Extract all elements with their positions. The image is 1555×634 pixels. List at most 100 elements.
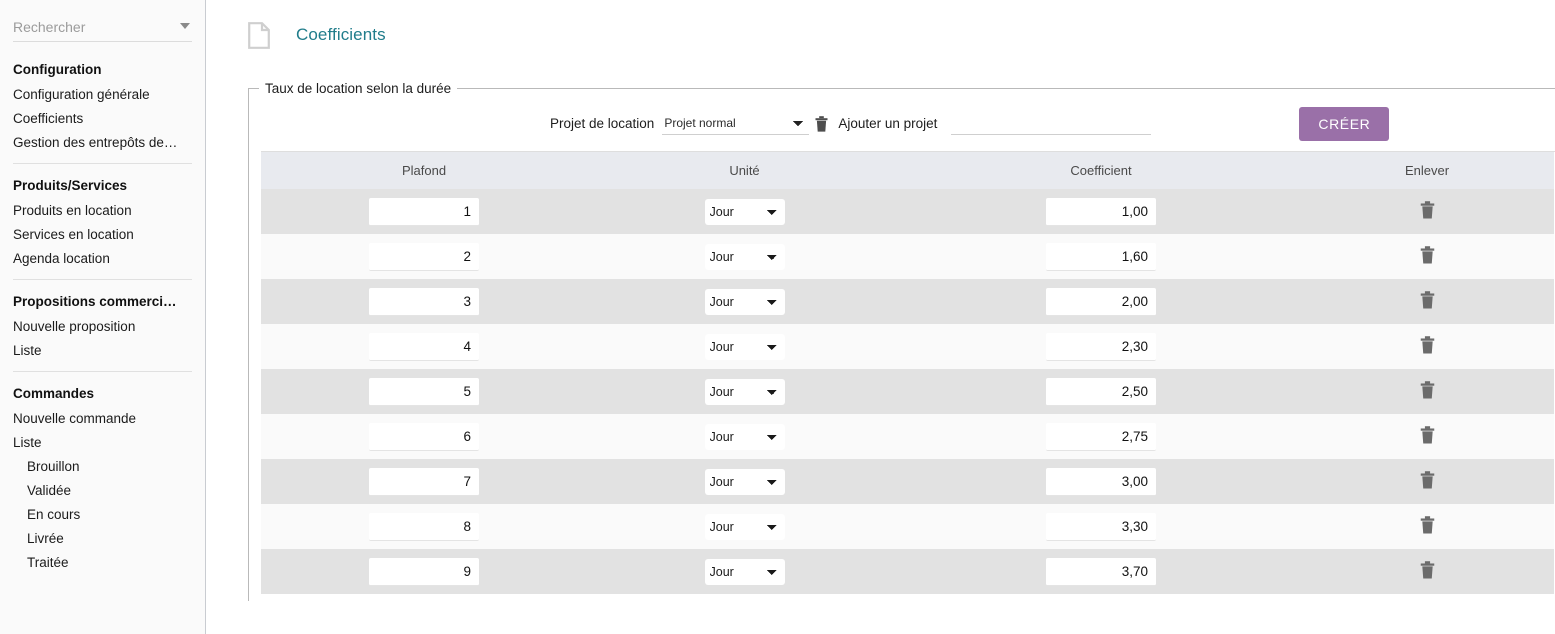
sidebar-item[interactable]: Agenda location xyxy=(0,246,193,270)
unite-select[interactable]: Jour xyxy=(704,333,785,360)
sidebar-item[interactable]: Gestion des entrepôts de… xyxy=(0,130,193,154)
delete-row-button[interactable] xyxy=(1420,426,1435,444)
search-input[interactable] xyxy=(13,14,192,40)
coefficient-input[interactable] xyxy=(1046,197,1156,226)
coefficient-input[interactable] xyxy=(1046,422,1156,451)
cell-coefficient xyxy=(902,549,1300,594)
delete-row-button[interactable] xyxy=(1420,516,1435,534)
sidebar: Configuration Configuration généraleCoeff… xyxy=(0,0,206,634)
table-body: Jour Jour Jour Jour Jour Jour Jour Jour Jour xyxy=(261,189,1554,594)
delete-row-button[interactable] xyxy=(1420,291,1435,309)
delete-row-button[interactable] xyxy=(1420,336,1435,354)
delete-row-button[interactable] xyxy=(1420,246,1435,264)
cell-plafond xyxy=(261,279,587,324)
coefficient-input[interactable] xyxy=(1046,557,1156,586)
cell-enlever xyxy=(1300,324,1554,369)
table-row: Jour xyxy=(261,504,1554,549)
table-header-row: Plafond Unité Coefficient Enlever xyxy=(261,152,1554,189)
cell-plafond xyxy=(261,549,587,594)
column-header-enlever: Enlever xyxy=(1300,152,1554,189)
table-row: Jour xyxy=(261,234,1554,279)
app-root: ConfigurationConfiguration généraleCoeff… xyxy=(0,0,1555,634)
sidebar-item[interactable]: Coefficients xyxy=(0,106,193,130)
unite-select[interactable]: Jour xyxy=(704,423,785,450)
create-button[interactable]: CRÉER xyxy=(1299,106,1390,141)
table-row: Jour xyxy=(261,189,1554,234)
sidebar-item[interactable]: Liste xyxy=(0,430,193,454)
page-header: Coefficients xyxy=(206,0,1555,54)
sidebar-group: Propositions commerci… Nouvelle propositi… xyxy=(0,289,205,362)
trash-icon xyxy=(1420,516,1434,534)
trash-icon xyxy=(1420,381,1434,399)
cell-plafond xyxy=(261,459,587,504)
trash-icon xyxy=(1420,201,1434,219)
sidebar-item[interactable]: Livrée xyxy=(0,526,193,550)
sidebar-item[interactable]: Configuration générale xyxy=(0,82,193,106)
sidebar-item[interactable]: Brouillon xyxy=(0,454,193,478)
document-icon xyxy=(248,21,270,49)
sidebar-item[interactable]: Produits en location xyxy=(0,198,193,222)
unite-select[interactable]: Jour xyxy=(704,378,785,405)
table-row: Jour xyxy=(261,549,1554,594)
cell-enlever xyxy=(1300,279,1554,324)
add-project-input[interactable] xyxy=(951,112,1152,135)
sidebar-item[interactable]: Services en location xyxy=(0,222,193,246)
table-row: Jour xyxy=(261,324,1554,369)
sidebar-group-title: Commandes xyxy=(13,386,95,401)
plafond-input[interactable] xyxy=(369,377,479,406)
sidebar-item[interactable]: Validée xyxy=(0,478,193,502)
coefficient-input[interactable] xyxy=(1046,377,1156,406)
sidebar-search[interactable] xyxy=(13,14,192,42)
sidebar-item[interactable]: En cours xyxy=(0,502,193,526)
add-project-label: Ajouter un projet xyxy=(838,116,938,131)
cell-unite: Jour xyxy=(587,369,902,414)
delete-row-button[interactable] xyxy=(1420,561,1435,579)
trash-icon xyxy=(1420,471,1434,489)
delete-row-button[interactable] xyxy=(1420,201,1435,219)
cell-coefficient xyxy=(902,324,1300,369)
plafond-input[interactable] xyxy=(369,512,479,541)
plafond-input[interactable] xyxy=(369,332,479,361)
sidebar-item[interactable]: Liste xyxy=(0,338,193,362)
unite-select[interactable]: Jour xyxy=(704,558,785,585)
coefficient-input[interactable] xyxy=(1046,467,1156,496)
coefficient-input[interactable] xyxy=(1046,512,1156,541)
project-row: Projet de location Projet normal Ajouter… xyxy=(261,96,1555,152)
coefficient-input[interactable] xyxy=(1046,287,1156,316)
unite-select[interactable]: Jour xyxy=(704,513,785,540)
unite-select[interactable]: Jour xyxy=(704,243,785,270)
cell-coefficient xyxy=(902,234,1300,279)
delete-row-button[interactable] xyxy=(1420,471,1435,489)
plafond-input[interactable] xyxy=(369,557,479,586)
sidebar-group-title: Produits/Services xyxy=(13,178,128,193)
coefficient-input[interactable] xyxy=(1046,332,1156,361)
plafond-input[interactable] xyxy=(369,287,479,316)
unite-select[interactable]: Jour xyxy=(704,288,785,315)
sidebar-item[interactable]: Traitée xyxy=(0,550,193,574)
sidebar-group-title: Configuration xyxy=(13,62,102,77)
cell-unite: Jour xyxy=(587,549,902,594)
cell-unite: Jour xyxy=(587,504,902,549)
unite-select[interactable]: Jour xyxy=(704,468,785,495)
delete-project-icon[interactable] xyxy=(815,115,828,132)
coefficients-table: Plafond Unité Coefficient Enlever JourJo… xyxy=(261,152,1554,594)
cell-plafond xyxy=(261,414,587,459)
coefficient-input[interactable] xyxy=(1046,242,1156,271)
cell-enlever xyxy=(1300,414,1554,459)
rate-panel: Taux de location selon la durée Projet d… xyxy=(248,81,1555,601)
table-row: Jour xyxy=(261,414,1554,459)
plafond-input[interactable] xyxy=(369,242,479,271)
unite-select[interactable]: Jour xyxy=(704,198,785,225)
column-header-unite: Unité xyxy=(587,152,902,189)
sidebar-item[interactable]: Nouvelle commande xyxy=(0,406,193,430)
trash-icon xyxy=(1420,561,1434,579)
chevron-down-icon[interactable] xyxy=(180,23,190,29)
table-row: Jour xyxy=(261,459,1554,504)
plafond-input[interactable] xyxy=(369,197,479,226)
project-select[interactable]: Projet normal xyxy=(662,112,810,135)
plafond-input[interactable] xyxy=(369,467,479,496)
plafond-input[interactable] xyxy=(369,422,479,451)
column-header-coefficient: Coefficient xyxy=(902,152,1300,189)
delete-row-button[interactable] xyxy=(1420,381,1435,399)
sidebar-item[interactable]: Nouvelle proposition xyxy=(0,314,193,338)
